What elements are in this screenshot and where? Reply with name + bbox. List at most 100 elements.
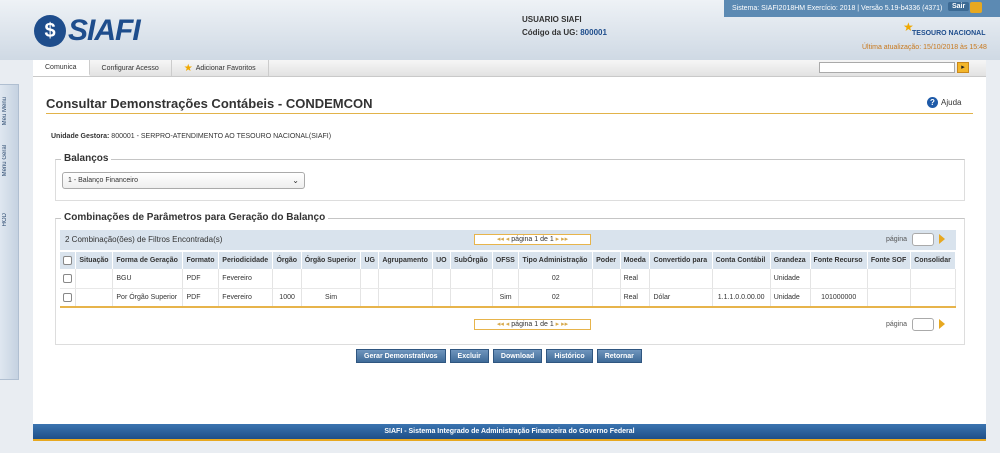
table-cell: 1.1.1.0.0.00.00: [712, 288, 771, 308]
gerar-demonstrativos-button[interactable]: Gerar Demonstrativos: [356, 349, 446, 363]
go-page-icon[interactable]: [939, 319, 945, 329]
ug-line: Código da UG: 800001: [522, 26, 607, 39]
table-cell: 02: [518, 288, 594, 308]
sidebar-item-meu-menu[interactable]: Meu Menu: [2, 97, 8, 125]
last-update: Última atualização: 15/10/2018 às 15:48: [862, 44, 987, 51]
footer: SIAFI - Sistema Integrado de Administraç…: [33, 424, 986, 439]
table-cell: [592, 288, 621, 308]
page-title: Consultar Demonstrações Contábeis - COND…: [46, 96, 373, 111]
combinacoes-table: Situação Forma de Geração Formato Periodici…: [60, 252, 956, 308]
table-row[interactable]: BGU PDF Fevereiro 02 Real Unidade: [60, 269, 956, 289]
table-cell: PDF: [182, 269, 220, 289]
historico-button[interactable]: Histórico: [546, 349, 593, 363]
table-cell: [360, 269, 380, 289]
column-header: Tipo Administração: [518, 252, 594, 269]
column-header: Formato: [182, 252, 220, 269]
table-cell: [432, 288, 451, 308]
first-page-icon[interactable]: ◂◂ ◂: [497, 236, 510, 243]
pager-top[interactable]: ◂◂ ◂ página 1 de 1 ▸ ▸▸: [474, 234, 591, 245]
grid-toolbar-top: 2 Combinação(ões) de Filtros Encontrada(…: [60, 230, 956, 250]
table-cell: [378, 269, 434, 289]
table-cell: [450, 288, 493, 308]
search-go-button[interactable]: ▸: [957, 62, 969, 73]
star-icon: ★: [183, 62, 193, 74]
user-info: USUARIO SIAFI Código da UG: 800001: [522, 13, 607, 39]
tab-label: Comunica: [45, 63, 77, 71]
logo-text: SIAFI: [68, 14, 141, 47]
select-all-header[interactable]: [60, 252, 77, 269]
row-checkbox-cell[interactable]: [60, 288, 77, 308]
pager-bottom[interactable]: ◂◂ ◂ página 1 de 1 ▸ ▸▸: [474, 319, 591, 330]
sair-button[interactable]: Sair: [948, 2, 970, 11]
table-cell: [867, 288, 912, 308]
column-header: Conta Contábil: [712, 252, 771, 269]
column-header: OFSS: [492, 252, 520, 269]
table-cell: [75, 288, 114, 308]
table-cell: 02: [518, 269, 594, 289]
table-cell: [867, 269, 912, 289]
combinacoes-legend: Combinações de Parâmetros para Geração d…: [61, 212, 329, 223]
balanco-select[interactable]: 1 - Balanço Financeiro ⌄: [62, 172, 305, 189]
table-cell: [301, 269, 362, 289]
table-cell: 1000: [272, 288, 302, 308]
unidade-label: Unidade Gestora:: [51, 133, 110, 140]
search-input[interactable]: [819, 62, 955, 73]
sidebar-item-menu-geral[interactable]: Menu Geral: [2, 145, 8, 176]
go-page-icon[interactable]: [939, 234, 945, 244]
help-label: Ajuda: [941, 98, 962, 107]
table-cell: [272, 269, 302, 289]
column-header: Periodicidade: [218, 252, 274, 269]
tab-adicionar-favoritos[interactable]: ★ Adicionar Favoritos: [172, 60, 269, 76]
tab-label: Configurar Acesso: [101, 64, 159, 72]
table-cell: [910, 288, 956, 308]
excluir-button[interactable]: Excluir: [449, 349, 489, 363]
download-button[interactable]: Download: [492, 349, 543, 363]
ug-label: Código da UG:: [522, 28, 581, 37]
column-header: Poder: [592, 252, 621, 269]
tab-comunica[interactable]: Comunica: [33, 60, 90, 76]
table-cell: [649, 269, 713, 289]
column-header: Situação: [75, 252, 114, 269]
siafi-logo-icon: $: [34, 15, 66, 47]
help-icon: ?: [927, 97, 938, 108]
sidebar-item-hod[interactable]: HOD: [2, 213, 8, 226]
table-row[interactable]: Por Órgão Superior PDF Fevereiro 1000 Sim Sim…: [60, 288, 956, 308]
table-cell: Fevereiro: [218, 288, 274, 308]
first-page-icon[interactable]: ◂◂ ◂: [497, 321, 510, 328]
pagina-label: página: [886, 236, 908, 243]
column-header: Forma de Geração: [112, 252, 184, 269]
last-page-icon[interactable]: ▸ ▸▸: [556, 321, 569, 328]
pagina-label: página: [886, 321, 908, 328]
tab-configurar-acesso[interactable]: Configurar Acesso: [90, 60, 172, 76]
unidade-gestora: Unidade Gestora: 800001 - SERPRO-ATENDIM…: [51, 133, 331, 140]
page-input[interactable]: [912, 233, 934, 246]
tesouro-logo: TESOURO NACIONAL: [912, 30, 986, 37]
column-header: Moeda: [620, 252, 651, 269]
footer-divider: [33, 439, 986, 441]
help-link[interactable]: ? Ajuda: [927, 97, 961, 108]
siafi-logo: $ SIAFI: [34, 14, 141, 48]
row-checkbox[interactable]: [63, 292, 72, 302]
ug-code: 800001: [580, 28, 607, 37]
sair-icon[interactable]: [970, 2, 982, 13]
table-cell: [378, 288, 434, 308]
column-header: Grandeza: [770, 252, 811, 269]
pager-text: página 1 de 1: [511, 236, 554, 243]
select-all-checkbox[interactable]: [63, 256, 72, 265]
balanco-selected: 1 - Balanço Financeiro: [68, 177, 139, 184]
retornar-button[interactable]: Retornar: [596, 349, 642, 363]
column-header: Agrupamento: [378, 252, 434, 269]
row-checkbox[interactable]: [63, 273, 72, 283]
grid-toolbar-bottom: ◂◂ ◂ página 1 de 1 ▸ ▸▸ página: [60, 315, 956, 335]
table-cell: Por Órgão Superior: [112, 288, 184, 308]
row-checkbox-cell[interactable]: [60, 269, 77, 289]
table-cell: [75, 269, 114, 289]
table-cell: Real: [620, 288, 651, 308]
last-page-icon[interactable]: ▸ ▸▸: [556, 236, 569, 243]
column-header: Consolidar: [910, 252, 956, 269]
column-header: Fonte SOF: [867, 252, 912, 269]
table-cell: [450, 269, 493, 289]
page-input[interactable]: [912, 318, 934, 331]
tab-label: Adicionar Favoritos: [195, 64, 256, 72]
table-cell: [592, 269, 621, 289]
